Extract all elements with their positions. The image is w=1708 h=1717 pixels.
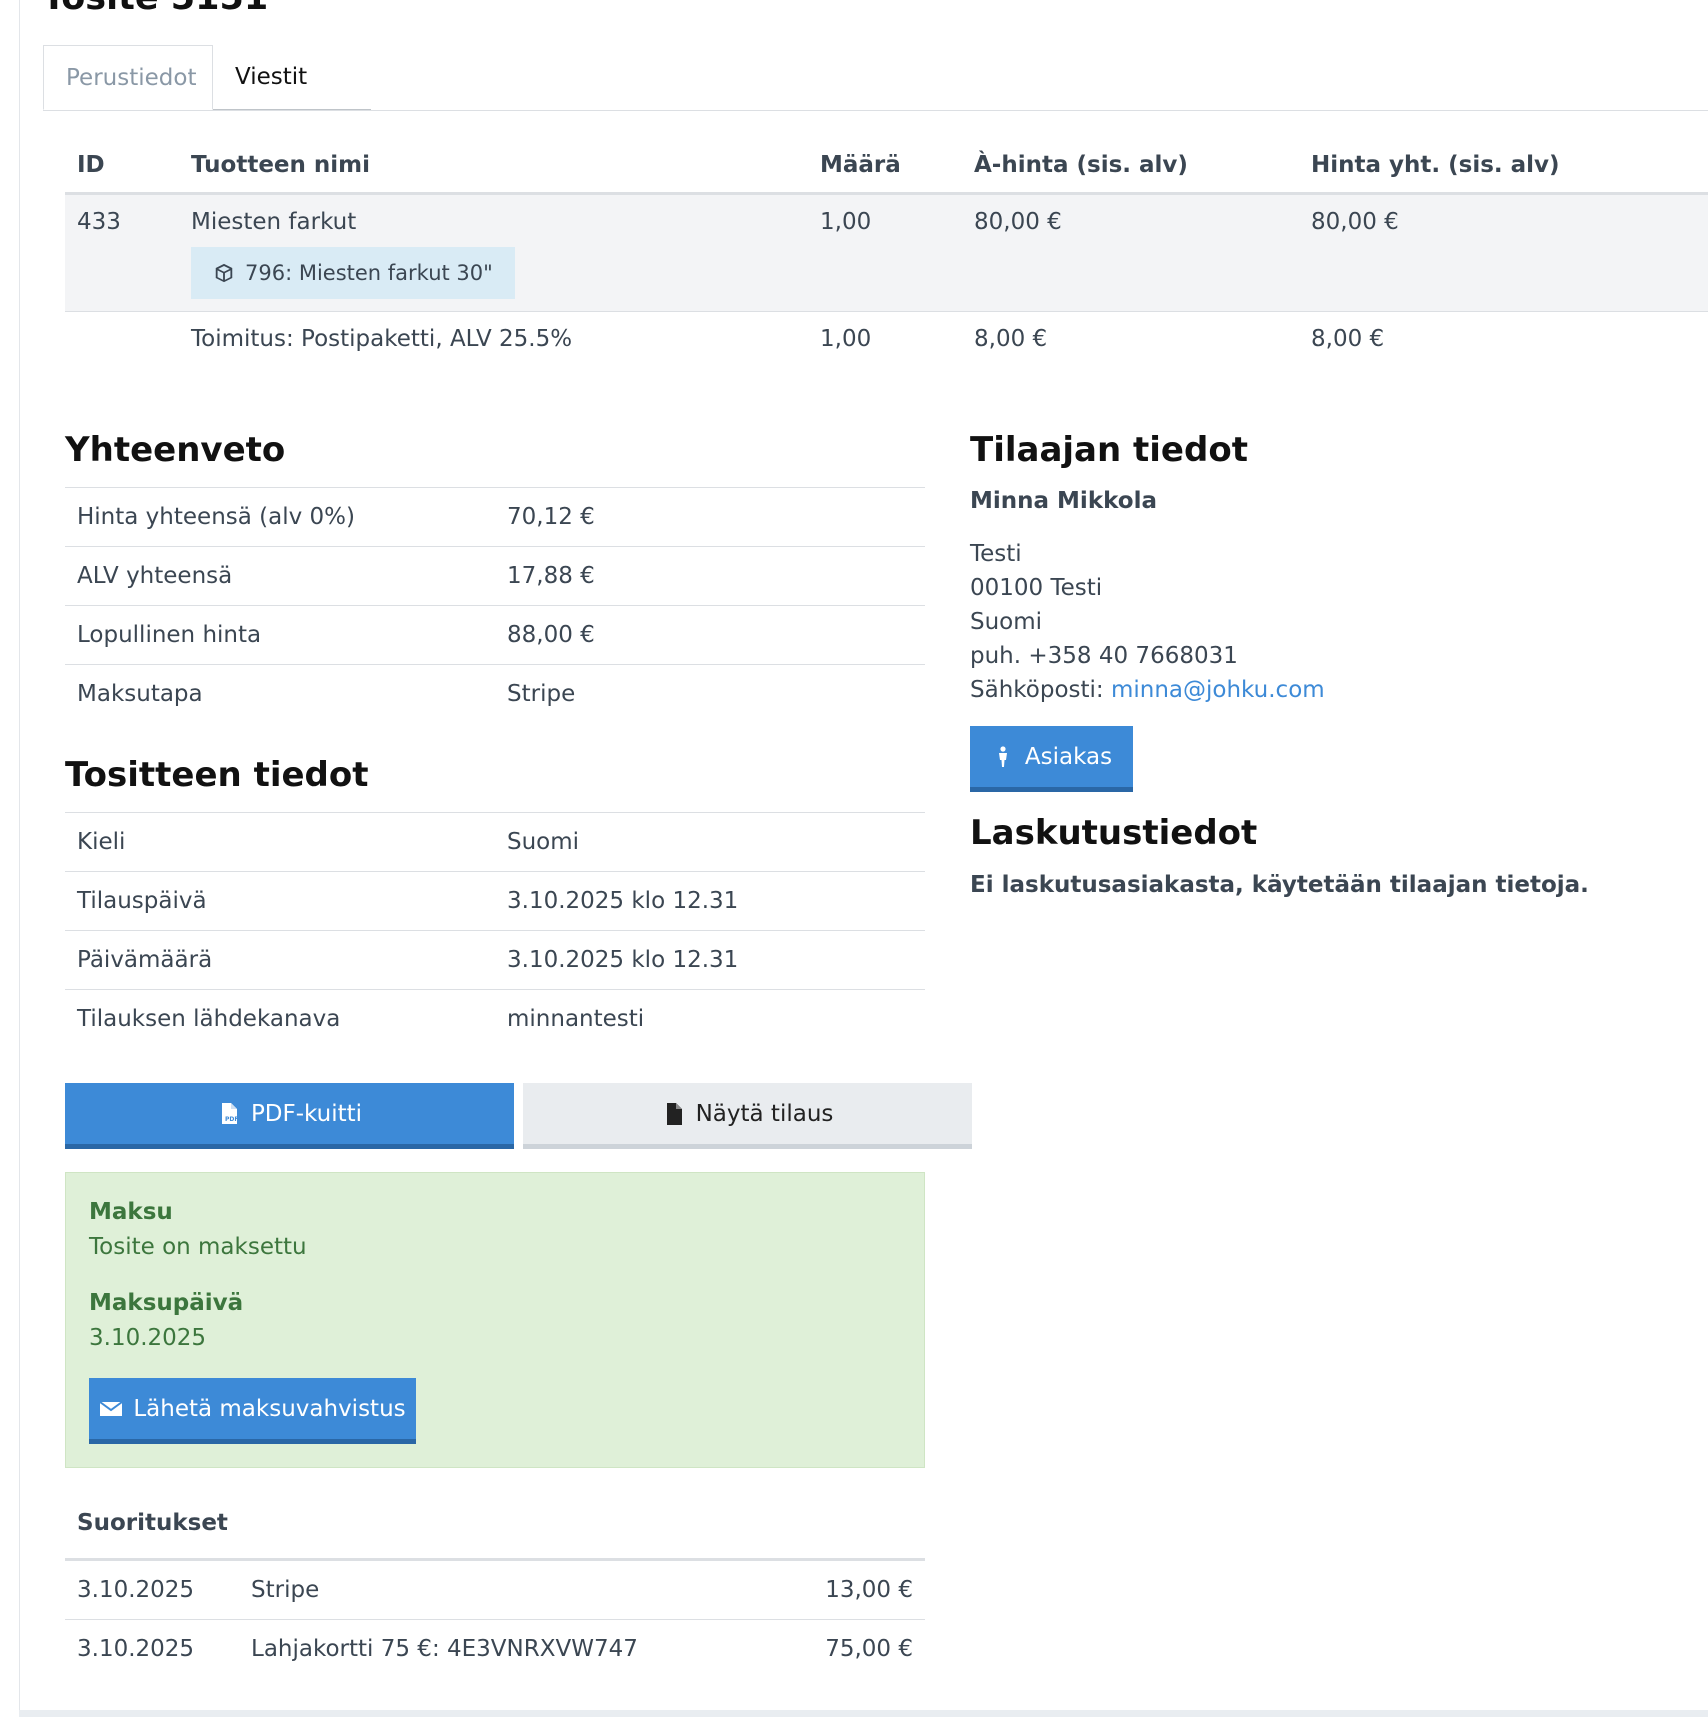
table-row: Tilauspäivä 3.10.2025 klo 12.31: [65, 871, 925, 931]
receipt-label: Kieli: [65, 812, 495, 872]
send-confirmation-button[interactable]: Lähetä maksuvahvistus: [89, 1378, 416, 1444]
summary-value: 17,88 €: [495, 546, 925, 606]
summary-label: Hinta yhteensä (alv 0%): [65, 487, 495, 547]
customer-email-link[interactable]: minna@johku.com: [1111, 677, 1325, 703]
customer-email-row: Sähköposti: minna@johku.com: [970, 677, 1325, 703]
customer-address-line1: Testi: [970, 541, 1022, 567]
product-qty: 1,00: [808, 193, 962, 312]
show-order-button[interactable]: Näytä tilaus: [523, 1083, 972, 1149]
page-bottom-bar: [19, 1710, 1708, 1717]
table-row: Lopullinen hinta 88,00 €: [65, 605, 925, 665]
product-table-header: ID Tuotteen nimi Määrä À-hinta (sis. alv…: [65, 138, 1708, 195]
table-row: Päivämäärä 3.10.2025 klo 12.31: [65, 930, 925, 990]
payment-date: 3.10.2025: [89, 1325, 207, 1351]
tab-bar: Perustiedot Viestit: [43, 45, 1708, 111]
product-id: 433: [65, 193, 179, 312]
payment-row-amount: 75,00 €: [825, 1636, 913, 1662]
shipping-unit-price: 8,00 €: [974, 326, 1048, 352]
pdf-receipt-button[interactable]: PDF PDF-kuitti: [65, 1083, 514, 1149]
billing-note: Ei laskutusasiakasta, käytetään tilaajan…: [970, 872, 1589, 898]
payment-row-method: Stripe: [239, 1558, 779, 1620]
cube-icon: [215, 263, 233, 283]
product-table: ID Tuotteen nimi Määrä À-hinta (sis. alv…: [65, 138, 1708, 393]
receipt-value: 3.10.2025 klo 12.31: [495, 930, 925, 990]
col-qty: Määrä: [808, 138, 962, 195]
table-row: ALV yhteensä 17,88 €: [65, 546, 925, 606]
payments-heading: Suoritukset: [77, 1510, 228, 1536]
summary-heading: Yhteenveto: [65, 430, 286, 470]
customer-button-label: Asiakas: [1024, 743, 1113, 770]
summary-table: Hinta yhteensä (alv 0%) 70,12 € ALV yhtee…: [65, 487, 925, 723]
receipt-value: minnantesti: [495, 989, 925, 1048]
payment-row-date: 3.10.2025: [65, 1558, 239, 1620]
shipping-id: [65, 312, 179, 394]
customer-name: Minna Mikkola: [970, 488, 1157, 514]
variant-label: 796: Miesten farkut 30": [245, 261, 493, 285]
product-unit-price: 80,00 €: [962, 193, 1299, 312]
payment-date-label: Maksupäivä: [89, 1290, 244, 1316]
table-row: Tilauksen lähdekanava minnantesti: [65, 989, 925, 1048]
shipping-name: Toimitus: Postipaketti, ALV 25.5%: [191, 326, 573, 352]
summary-value: 88,00 €: [495, 605, 925, 665]
product-name-cell: Miesten farkut 796: Miesten farkut 30": [179, 193, 808, 312]
receipt-value: 3.10.2025 klo 12.31: [495, 871, 925, 931]
envelope-icon: [99, 1400, 123, 1416]
receipt-value: Suomi: [495, 812, 925, 872]
payment-status-box: Maksu Tosite on maksettu Maksupäivä 3.10…: [65, 1172, 925, 1468]
summary-label: ALV yhteensä: [65, 546, 495, 606]
payment-row-method: Lahjakortti 75 €: 4E3VNRXVW747: [251, 1636, 638, 1662]
col-id: ID: [65, 138, 179, 195]
tab-viestit[interactable]: Viestit: [213, 45, 371, 110]
payment-status: Tosite on maksettu: [89, 1234, 307, 1260]
svg-text:PDF: PDF: [225, 1116, 238, 1123]
customer-address-line2: 00100 Testi: [970, 575, 1103, 601]
payment-row-date: 3.10.2025: [77, 1636, 195, 1662]
receipt-table: Kieli Suomi Tilauspäivä 3.10.2025 klo 12.3…: [65, 812, 925, 1048]
customer-heading: Tilaajan tiedot: [970, 430, 1248, 470]
table-row: Hinta yhteensä (alv 0%) 70,12 €: [65, 487, 925, 547]
variant-badge: 796: Miesten farkut 30": [191, 247, 515, 299]
send-confirmation-label: Lähetä maksuvahvistus: [133, 1395, 406, 1422]
shipping-qty: 1,00: [820, 326, 872, 352]
product-total: 80,00 €: [1299, 193, 1708, 312]
customer-button[interactable]: Asiakas: [970, 726, 1133, 792]
page-title: Tosite 5151: [42, 0, 268, 18]
col-total: Hinta yht. (sis. alv): [1299, 138, 1708, 195]
table-row: 3.10.2025 Stripe 13,00 €: [65, 1558, 925, 1620]
receipt-label: Päivämäärä: [65, 930, 495, 990]
col-unit-price: À-hinta (sis. alv): [962, 138, 1299, 195]
show-order-label: Näytä tilaus: [695, 1100, 834, 1127]
receipt-label: Tilauspäivä: [65, 871, 495, 931]
summary-label: Maksutapa: [65, 664, 495, 723]
page-left-border: [19, 0, 20, 1717]
customer-phone: puh. +358 40 7668031: [970, 643, 1238, 669]
table-row: Maksutapa Stripe: [65, 664, 925, 723]
file-icon: [666, 1102, 682, 1125]
payment-label: Maksu: [89, 1199, 173, 1225]
person-icon: [998, 745, 1007, 767]
billing-heading: Laskutustiedot: [970, 813, 1258, 853]
col-name: Tuotteen nimi: [179, 138, 808, 195]
customer-country: Suomi: [970, 609, 1043, 635]
summary-value: 70,12 €: [495, 487, 925, 547]
summary-label: Lopullinen hinta: [65, 605, 495, 665]
summary-value: Stripe: [495, 664, 925, 723]
receipt-heading: Tositteen tiedot: [65, 755, 369, 795]
payments-table: 3.10.2025 Stripe 13,00 € 3.10.2025 Lahja…: [65, 1558, 925, 1678]
tab-perustiedot[interactable]: Perustiedot: [43, 45, 213, 110]
pdf-file-icon: PDF: [221, 1102, 238, 1124]
table-row: 433 Miesten farkut 796: Miesten farkut 3…: [65, 193, 1708, 312]
product-name: Miesten farkut: [191, 209, 357, 235]
table-row: Kieli Suomi: [65, 812, 925, 872]
shipping-total: 8,00 €: [1311, 326, 1385, 352]
customer-email-label: Sähköposti:: [970, 677, 1104, 703]
receipt-label: Tilauksen lähdekanava: [65, 989, 495, 1048]
table-row: Toimitus: Postipaketti, ALV 25.5% 1,00 8…: [65, 312, 1708, 394]
table-row: 3.10.2025 Lahjakortti 75 €: 4E3VNRXVW747…: [65, 1620, 925, 1679]
payment-row-amount: 13,00 €: [778, 1558, 925, 1620]
pdf-receipt-label: PDF-kuitti: [250, 1100, 363, 1127]
